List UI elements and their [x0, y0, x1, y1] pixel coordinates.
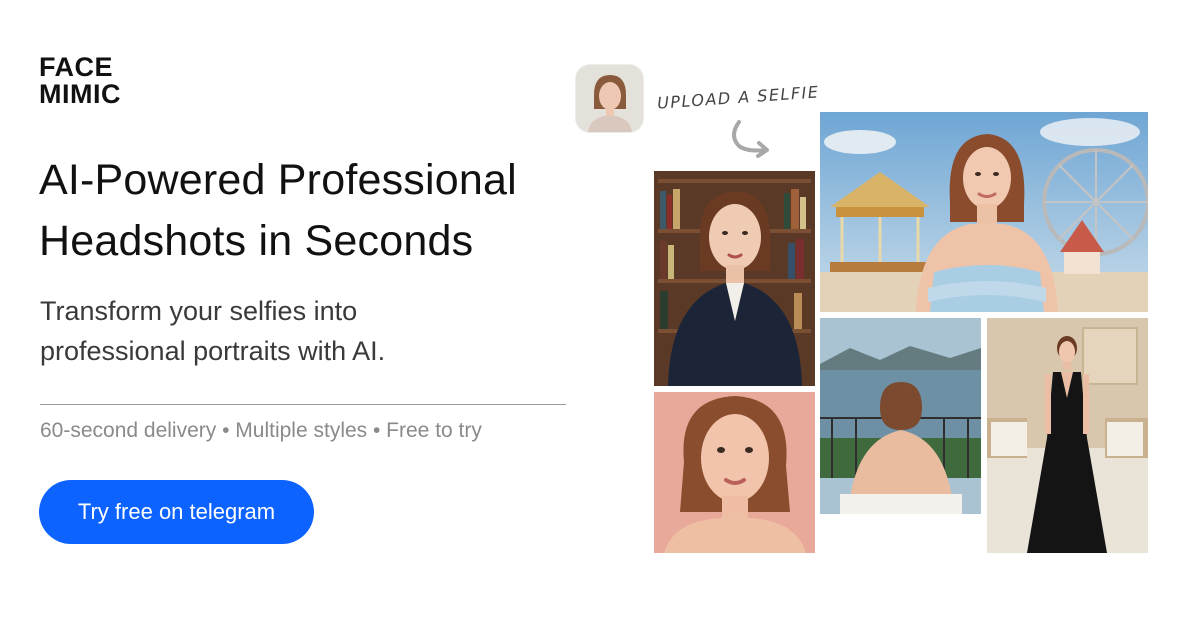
office-portrait-image [654, 171, 815, 386]
headline: AI-Powered Professional Headshots in Sec… [39, 150, 599, 272]
divider [40, 404, 566, 405]
logo-text-face: FACE [39, 52, 114, 82]
curved-arrow-icon [732, 120, 769, 158]
feature-list: 60-second delivery • Multiple styles • F… [40, 419, 482, 442]
logo-text-mimic: MIMIC [39, 79, 121, 109]
headline-line-2: Headshots in Seconds [39, 217, 474, 265]
subheadline: Transform your selfies into professional… [40, 291, 520, 371]
seaside-balcony-portrait-image [820, 318, 981, 514]
pink-backdrop-portrait-image [654, 392, 815, 553]
upload-selfie-label: UPLOAD A SELFIE [656, 82, 820, 113]
try-free-telegram-button[interactable]: Try free on telegram [39, 480, 314, 544]
facemimic-logo: FACE MIMIC [39, 52, 139, 109]
subhead-line-1: Transform your selfies into [40, 296, 358, 326]
subhead-line-2: professional portraits with AI. [40, 336, 386, 366]
selfie-thumbnail [576, 65, 643, 132]
fairground-portrait-image [820, 112, 1148, 312]
headline-line-1: AI-Powered Professional [39, 156, 517, 204]
bedroom-black-dress-portrait-image [987, 318, 1148, 553]
